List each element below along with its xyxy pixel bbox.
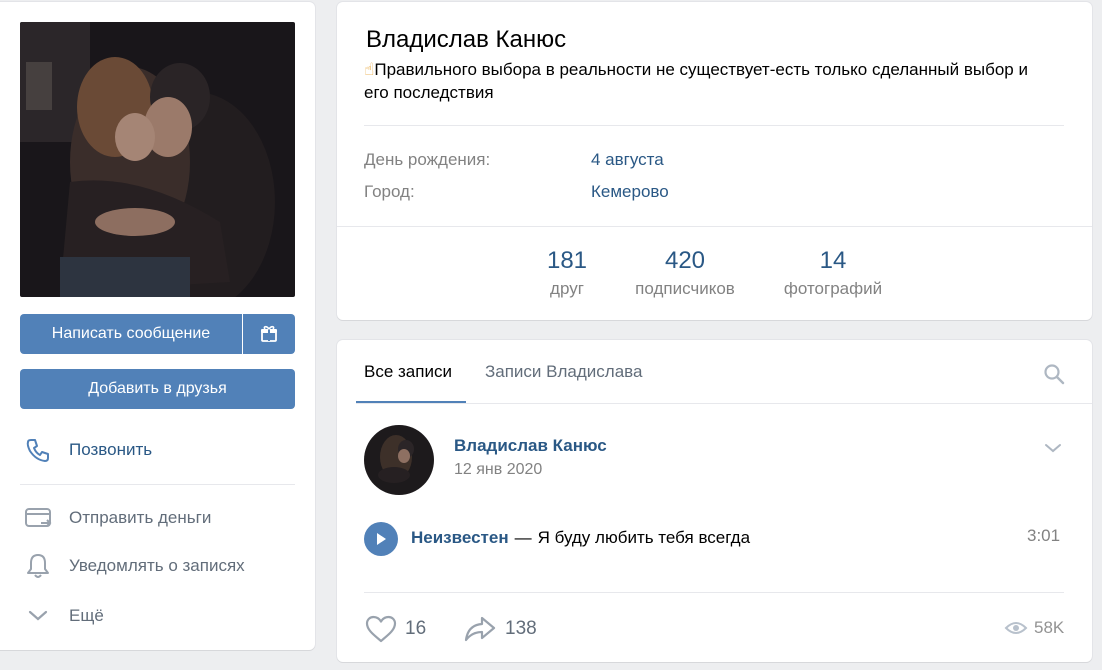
city-label: Город: xyxy=(364,182,415,201)
friends-label: друг xyxy=(550,279,584,298)
send-gift-button[interactable] xyxy=(243,314,295,354)
gift-icon xyxy=(261,325,277,342)
track-dash: — xyxy=(514,528,532,547)
counter-friends[interactable]: 181 друг xyxy=(531,247,603,299)
birthday-label: День рождения: xyxy=(364,150,491,169)
money-transfer-icon xyxy=(20,500,56,536)
status-emoji: ☝ xyxy=(364,60,375,79)
followers-label: подписчиков xyxy=(635,279,735,298)
profile-info-card: Владислав Канюс ☝Правильного выбора в ре… xyxy=(337,2,1092,320)
sidebar-divider xyxy=(20,484,295,485)
track-artist[interactable]: Неизвестен xyxy=(411,528,509,547)
share-button[interactable]: 138 xyxy=(463,614,537,644)
search-icon[interactable] xyxy=(1042,362,1066,386)
wall-card: Все записи Записи Владислава Владислав К… xyxy=(337,340,1092,662)
chevron-down-icon xyxy=(20,598,56,634)
add-friend-button[interactable]: Добавить в друзья xyxy=(20,369,295,409)
profile-status: ☝Правильного выбора в реальности не суще… xyxy=(364,58,1044,104)
bell-icon xyxy=(20,548,56,584)
followers-count: 420 xyxy=(664,247,706,274)
profile-sidebar: Написать сообщение Добавить в друзья Поз… xyxy=(0,2,315,650)
post-author-name[interactable]: Владислав Канюс xyxy=(454,436,607,456)
chevron-down-icon[interactable] xyxy=(1041,438,1065,458)
play-button[interactable] xyxy=(364,522,398,556)
avatar-image xyxy=(364,425,434,495)
more-label: Ещё xyxy=(69,606,104,625)
call-action[interactable]: Позвонить xyxy=(20,432,295,468)
post-date[interactable]: 12 янв 2020 xyxy=(454,461,542,479)
profile-name: Владислав Канюс xyxy=(366,26,567,53)
write-message-label: Написать сообщение xyxy=(51,325,211,342)
views-counter: 58K xyxy=(1004,618,1064,638)
views-count: 58K xyxy=(1034,618,1065,637)
write-message-button[interactable]: Написать сообщение xyxy=(20,314,242,354)
profile-photo-image xyxy=(20,22,295,297)
info-divider xyxy=(364,125,1064,126)
tabs-divider xyxy=(356,403,1092,404)
counters-divider xyxy=(337,226,1092,227)
notify-posts-action[interactable]: Уведомлять о записях xyxy=(20,548,295,584)
audio-track: Неизвестен — Я буду любить тебя всегда xyxy=(411,528,750,548)
tab-all-posts[interactable]: Все записи xyxy=(364,362,452,382)
share-icon xyxy=(464,616,496,642)
tab-owner-posts[interactable]: Записи Владислава xyxy=(485,362,642,382)
shares-count: 138 xyxy=(505,618,537,639)
send-money-action[interactable]: Отправить деньги xyxy=(20,500,295,536)
eye-icon xyxy=(1004,622,1028,634)
city-value[interactable]: Кемерово xyxy=(591,182,669,202)
counter-photos[interactable]: 14 фотографий xyxy=(774,247,892,299)
add-friend-label: Добавить в друзья xyxy=(88,380,227,397)
heart-icon xyxy=(365,615,397,643)
call-label: Позвонить xyxy=(69,440,153,459)
birthday-value[interactable]: 4 августа xyxy=(591,150,664,170)
more-actions[interactable]: Ещё xyxy=(20,598,295,634)
phone-icon xyxy=(20,432,56,468)
active-tab-indicator xyxy=(356,401,466,403)
likes-count: 16 xyxy=(405,618,427,639)
status-text: Правильного выбора в реальности не сущес… xyxy=(364,60,1028,102)
track-duration: 3:01 xyxy=(1027,526,1061,545)
photos-label: фотографий xyxy=(783,279,883,298)
photos-count: 14 xyxy=(819,247,847,274)
friends-count: 181 xyxy=(546,247,588,274)
play-icon xyxy=(377,533,386,545)
post-actions-divider xyxy=(364,592,1064,593)
track-title: Я буду любить тебя всегда xyxy=(537,528,751,547)
send-money-label: Отправить деньги xyxy=(69,508,212,527)
like-button[interactable]: 16 xyxy=(364,614,426,644)
profile-photo[interactable] xyxy=(20,22,295,297)
notify-posts-label: Уведомлять о записях xyxy=(69,556,245,575)
post-author-avatar[interactable] xyxy=(364,425,434,495)
counter-followers[interactable]: 420 подписчиков xyxy=(625,247,745,299)
